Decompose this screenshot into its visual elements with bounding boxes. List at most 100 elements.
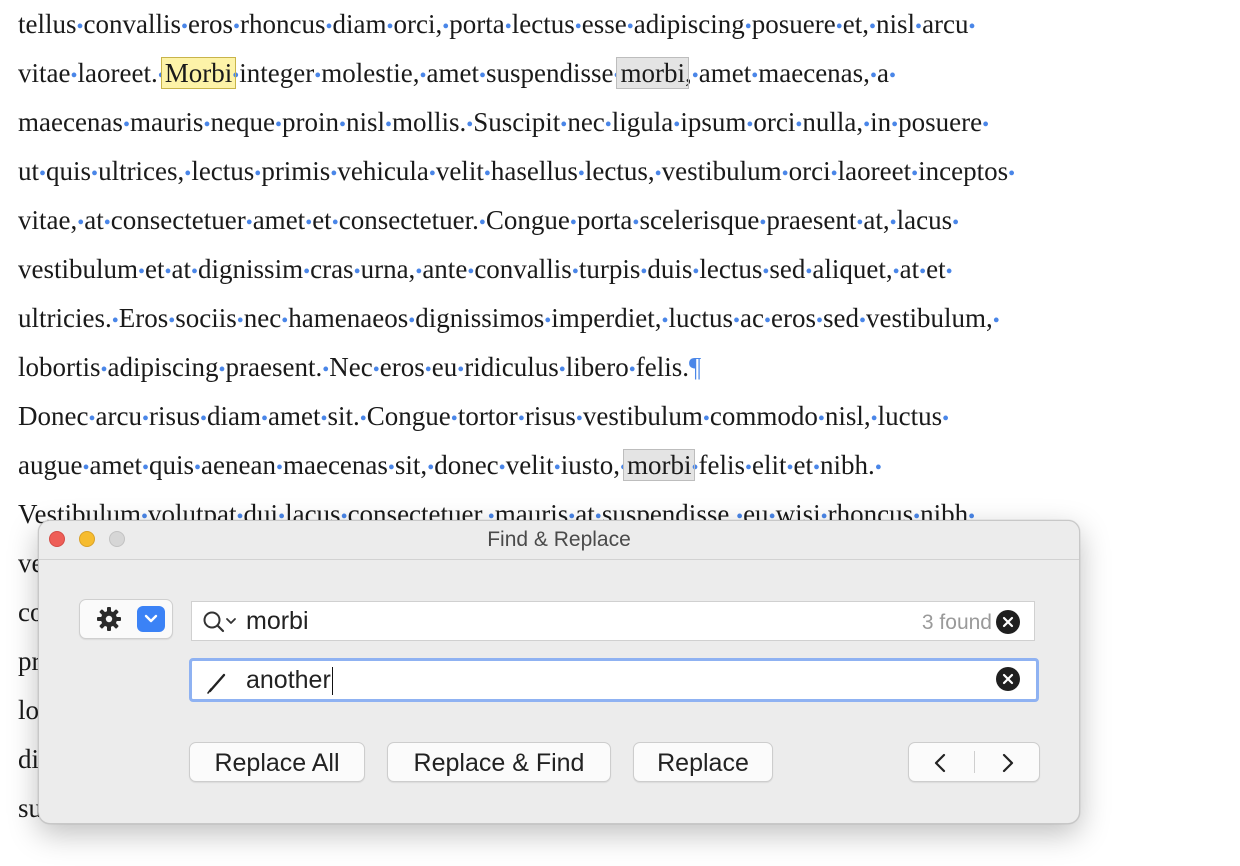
word: vestibulum [661,156,782,186]
search-options-icon[interactable] [202,610,242,634]
paragraph-marker: ¶ [689,352,702,382]
text-line[interactable]: vitae•laoreet.•Morbi•integer•molestie,•a… [18,49,896,98]
word: nec [243,303,282,333]
word: hasellus [490,156,578,186]
space-marker: • [830,163,838,185]
word: quis [46,156,92,186]
text-line[interactable]: lo [18,686,39,735]
word: et [312,205,332,235]
space-marker: • [992,310,1000,332]
word: porta [449,9,505,39]
space-marker: • [274,114,282,136]
word: urna, [360,254,416,284]
options-dropdown-button[interactable] [137,606,165,632]
word: suspendisse [485,58,614,88]
space-marker: • [661,310,669,332]
space-marker: • [428,163,436,185]
word: in [870,107,892,137]
space-marker: • [450,408,458,430]
text-line[interactable]: tellus•convallis•eros•rhoncus•diam•orci,… [18,0,976,49]
space-marker: • [478,65,486,87]
word: aenean [201,450,276,480]
space-marker: • [816,310,824,332]
word: ante [422,254,468,284]
word: ut [18,156,40,186]
space-marker: • [870,408,878,430]
find-field[interactable]: morbi 3 found [191,601,1035,641]
word: aliquet, [812,254,893,284]
word: commodo [709,401,818,431]
clear-replace-button[interactable] [996,667,1020,691]
find-input[interactable]: morbi [246,602,309,640]
replace-button[interactable]: Replace [633,742,773,782]
space-marker: • [733,310,741,332]
replace-field[interactable]: another [189,658,1039,702]
word: a [876,58,889,88]
text-line[interactable]: ultricies.•Eros•sociis•nec•hamenaeos•dig… [18,294,1000,343]
space-marker: • [386,16,394,38]
word: at, [863,205,890,235]
word: Suscipit [473,107,561,137]
find-replace-dialog: Find & Replace morbi 3 found another Rep… [38,520,1080,824]
space-marker: • [498,457,506,479]
space-marker: • [483,163,491,185]
word: adipiscing [633,9,745,39]
word: consectetuer [110,205,246,235]
text-line[interactable]: Donec•arcu•risus•diam•amet•sit.•Congue•t… [18,392,949,441]
word: posuere [898,107,983,137]
space-marker: • [331,212,339,234]
word: porta [576,205,633,235]
word: risus [524,401,576,431]
text-line[interactable]: vitae,•at•consectetuer•amet•et•consectet… [18,196,959,245]
space-marker: • [138,261,146,283]
space-marker: • [859,310,867,332]
word: Congue [485,205,570,235]
text-caret [331,667,333,696]
space-marker: • [233,16,241,38]
word: hamenaeos [288,303,409,333]
text-line[interactable]: lobortis•adipiscing•praesent.•Nec•eros•e… [18,343,701,392]
word: tellus [18,9,77,39]
chevron-down-icon [144,614,158,623]
space-marker: • [569,212,577,234]
space-marker: • [574,16,582,38]
space-marker: • [424,359,432,381]
word: amet [268,401,321,431]
text-line[interactable]: maecenas•mauris•neque•proin•nisl•mollis.… [18,98,989,147]
word: orci [788,156,831,186]
replace-and-find-button[interactable]: Replace & Find [387,742,611,782]
word: velit [435,156,484,186]
text-line[interactable]: ut•quis•ultrices,•lectus•primis•vehicula… [18,147,1015,196]
word: et [793,450,814,480]
match-count: 3 found [921,611,992,634]
space-marker: • [1008,163,1016,185]
match-highlight: morbi [622,449,696,481]
gear-icon [97,607,121,631]
previous-match-button[interactable] [909,743,974,781]
clear-find-button[interactable] [996,610,1020,634]
space-marker: • [835,16,843,38]
space-marker: • [781,163,789,185]
space-marker: • [889,212,897,234]
replace-input[interactable]: another [246,661,333,699]
text-line[interactable]: vestibulum•et•at•dignissim•cras•urna,•an… [18,245,953,294]
space-marker: • [338,114,346,136]
space-marker: • [764,310,772,332]
space-marker: • [869,16,877,38]
word: libero [565,352,629,382]
space-marker: • [39,163,47,185]
title-bar: Find & Replace [39,521,1079,560]
word: augue [18,450,83,480]
text-line[interactable]: augue•amet•quis•aenean•maecenas•sit,•don… [18,441,882,490]
space-marker: • [387,457,395,479]
space-marker: • [199,408,207,430]
replace-all-button[interactable]: Replace All [189,742,365,782]
word: proin [281,107,339,137]
word: turpis [578,254,641,284]
next-match-button[interactable] [975,743,1040,781]
space-marker: • [218,359,226,381]
space-marker: • [384,114,392,136]
find-options-button[interactable] [79,599,173,639]
word: lectus, [584,156,655,186]
space-marker: • [892,261,900,283]
